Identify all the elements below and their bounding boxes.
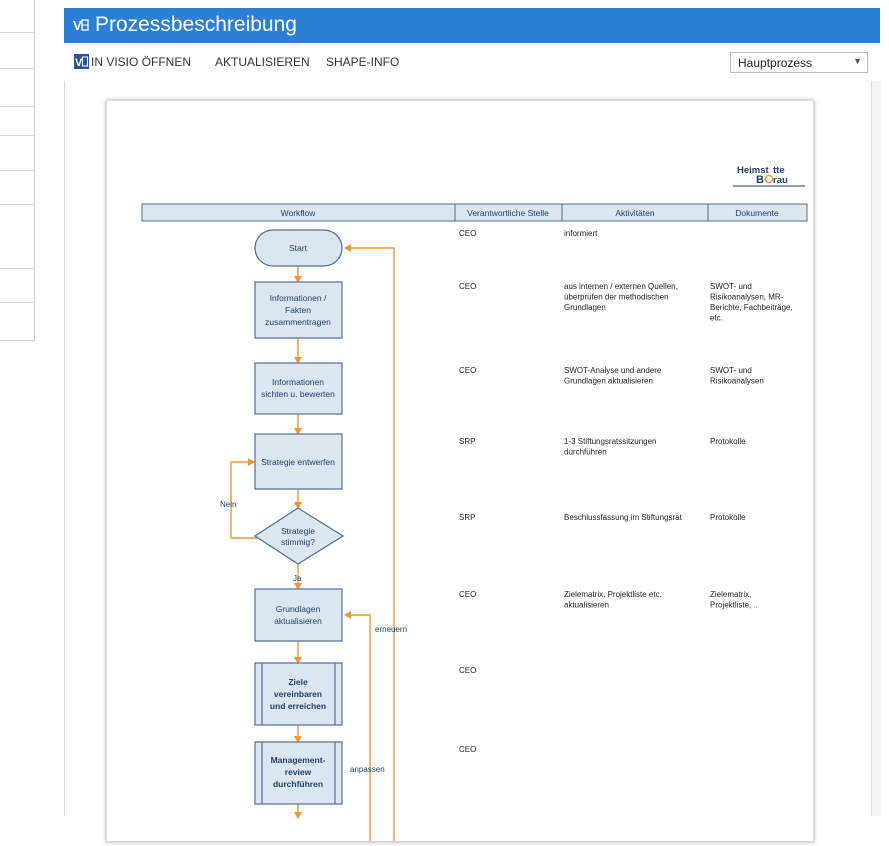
- row-stelle: CEO: [459, 229, 476, 238]
- step1-label-2: Fakten: [285, 305, 311, 315]
- visio-app-icon: V: [74, 54, 89, 69]
- open-in-visio-button[interactable]: IN VISIO ÖFFNEN: [91, 55, 191, 69]
- row-stelle: SRP: [459, 437, 475, 446]
- diagram-page: Heimst tte ˙˙ B rau Workflow Verantwortl…: [106, 100, 814, 842]
- decision-diamond: [253, 507, 345, 565]
- row-aktivitaet: Zielematrix, Projektliste etc.: [564, 590, 662, 599]
- row-aktivitaet: überprüfen der methodischen: [564, 293, 669, 302]
- sub2-label-3: durchführen: [273, 779, 323, 789]
- title-bar: V Prozessbeschreibung: [64, 8, 880, 43]
- table-rows: CEO informiert CEO aus internen / externen …: [459, 229, 793, 754]
- left-pane: [0, 0, 35, 341]
- refresh-button[interactable]: AKTUALISIEREN: [215, 55, 310, 69]
- row-stelle: CEO: [459, 745, 476, 754]
- header-dokumente: Dokumente: [735, 208, 779, 218]
- header-workflow: Workflow: [281, 208, 317, 218]
- table-header: Workflow Verantwortliche Stelle Aktivitä…: [141, 203, 808, 222]
- left-pane-divider: [0, 135, 34, 136]
- step1-label-1: Informationen /: [270, 293, 327, 303]
- page-select-dropdown[interactable]: Hauptprozess ▼: [730, 52, 868, 73]
- row-stelle: CEO: [459, 590, 476, 599]
- svg-text:V: V: [73, 18, 82, 33]
- row-dokument: SWOT- und: [710, 366, 752, 375]
- toolbar: V IN VISIO ÖFFNEN AKTUALISIEREN SHAPE-IN…: [64, 43, 880, 81]
- row-stelle: CEO: [459, 282, 476, 291]
- svg-text:˙˙: ˙˙: [767, 161, 772, 169]
- step2-label-2: sichten u. bewerten: [261, 389, 335, 399]
- logo-text-line2b: rau: [773, 175, 788, 186]
- left-pane-divider: [0, 302, 34, 303]
- row-dokument: etc.: [710, 314, 723, 323]
- shape-info-button[interactable]: SHAPE-INFO: [326, 55, 399, 69]
- sub1-label-3: und erreichen: [270, 701, 326, 711]
- step3-label: Strategie entwerfen: [261, 457, 335, 467]
- row-aktivitaet: aus internen / externen Quellen,: [564, 282, 678, 291]
- step4-label-1: Grundlagen: [276, 604, 321, 614]
- sub1-label-1: Ziele: [288, 677, 308, 687]
- row-dokument: Protokolle: [710, 513, 746, 522]
- row-stelle: SRP: [459, 513, 475, 522]
- left-pane-divider: [0, 170, 34, 171]
- diagram-canvas[interactable]: Heimst tte ˙˙ B rau Workflow Verantwortl…: [64, 81, 881, 842]
- renew-label: erneuern: [375, 625, 407, 634]
- svg-text:V: V: [75, 57, 83, 69]
- chevron-down-icon[interactable]: ▼: [853, 56, 862, 66]
- no-label: Nein: [220, 500, 236, 509]
- row-aktivitaet: Grundlagen: [564, 303, 606, 312]
- visio-web-part: V Prozessbeschreibung V IN VISIO ÖFFNEN …: [64, 8, 889, 842]
- decision-label-1: Strategie: [281, 526, 315, 536]
- sub2-label-2: review: [285, 767, 312, 777]
- yes-label: Ja: [293, 574, 302, 583]
- page-select-value: Hauptprozess: [738, 56, 813, 70]
- start-label: Start: [289, 243, 308, 253]
- left-pane-divider: [0, 106, 34, 107]
- row-dokument: SWOT- und: [710, 282, 752, 291]
- header-stelle: Verantwortliche Stelle: [467, 208, 549, 218]
- row-dokument: Risikoanalysen, MR-: [710, 293, 784, 302]
- row-dokument: Protokolle: [710, 437, 746, 446]
- row-aktivitaet: durchführen: [564, 448, 607, 457]
- row-aktivitaet: SWOT-Analyse und andere: [564, 366, 662, 375]
- header-aktivitaeten: Aktivitäten: [615, 208, 654, 218]
- process-step-update: [254, 588, 343, 642]
- left-pane-divider: [0, 268, 34, 269]
- adjust-label: anpassen: [350, 765, 385, 774]
- row-dokument: Risikoanalysen: [710, 377, 764, 386]
- logo-text-line2a: B: [756, 174, 764, 186]
- row-dokument: Projektliste, ..: [710, 601, 758, 610]
- row-aktivitaet: Beschlussfassung im Stiftungsrat: [564, 513, 683, 522]
- row-dokument: Zielematrix,: [710, 590, 751, 599]
- left-pane-divider: [0, 32, 34, 33]
- row-aktivitaet: 1-3 Stiftungsratssitzungen: [564, 437, 657, 446]
- left-pane-divider: [0, 204, 34, 205]
- window-title: Prozessbeschreibung: [95, 13, 297, 36]
- sub1-label-2: vereinbaren: [274, 689, 322, 699]
- row-stelle: CEO: [459, 666, 476, 675]
- process-diagram: Heimst tte ˙˙ B rau Workflow Verantwortl…: [141, 161, 808, 841]
- company-logo: Heimst tte ˙˙ B rau: [733, 161, 805, 187]
- visio-logo-icon: V: [73, 18, 89, 33]
- row-dokument: Berichte, Fachbeiträge,: [710, 303, 793, 312]
- sub2-label-1: Management-: [271, 755, 326, 765]
- row-stelle: CEO: [459, 366, 476, 375]
- left-pane-divider: [0, 68, 34, 69]
- logo-text-line1: Heimst: [737, 165, 770, 176]
- vertical-scrollbar[interactable]: [871, 81, 881, 816]
- row-aktivitaet: informiert: [564, 229, 598, 238]
- decision-label-2: stimmig?: [281, 537, 315, 547]
- step4-label-2: aktualisieren: [274, 616, 322, 626]
- step1-label-3: zusammentragen: [265, 317, 331, 327]
- step2-label-1: Informationen: [272, 377, 324, 387]
- row-aktivitaet: Grundlagen aktualisieren: [564, 377, 653, 386]
- row-aktivitaet: aktualisieren: [564, 601, 609, 610]
